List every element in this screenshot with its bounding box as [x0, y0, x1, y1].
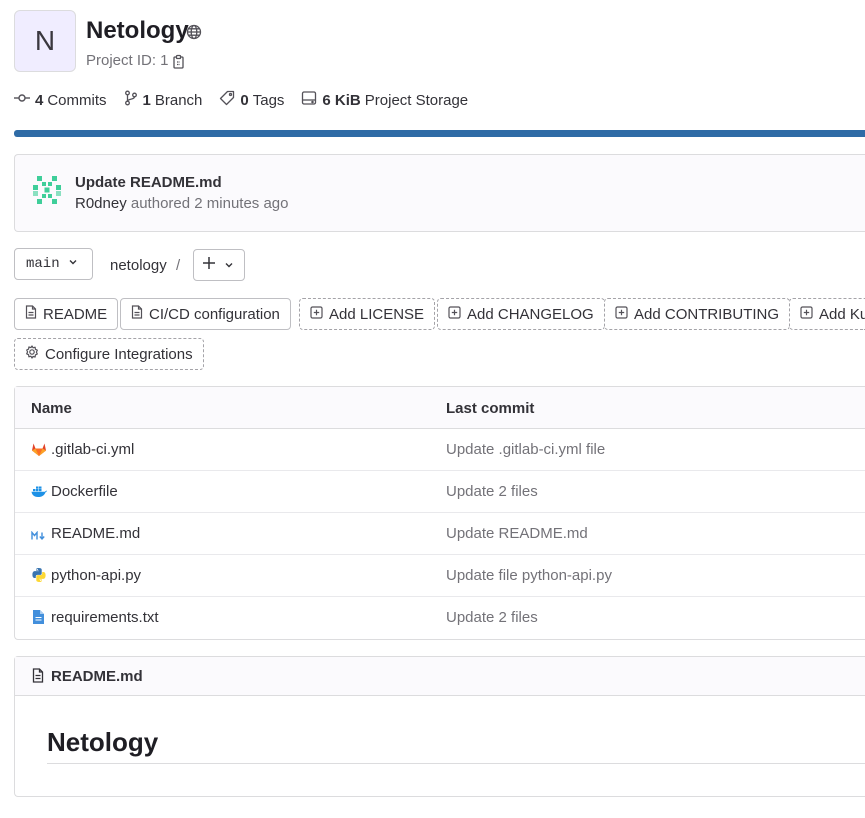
commit-meta: R0dney authored 2 minutes ago: [75, 195, 289, 212]
column-header-name: Name: [31, 400, 72, 417]
plus-square-icon: [615, 305, 634, 323]
readme-heading: Netology: [47, 727, 159, 757]
commit-icon: [14, 90, 35, 110]
cicd-button-label: CI/CD configuration: [149, 305, 280, 323]
readme-button-label: README: [43, 305, 108, 323]
file-icon: [25, 305, 43, 323]
project-id: Project ID: 1: [86, 52, 169, 69]
tag-icon: [219, 90, 240, 110]
file-name[interactable]: python-api.py: [51, 567, 141, 584]
text-file-icon: [32, 609, 45, 630]
file-last-commit[interactable]: Update .gitlab-ci.yml file: [446, 441, 605, 458]
breadcrumb-separator: /: [176, 257, 181, 274]
file-name[interactable]: requirements.txt: [51, 609, 159, 626]
file-last-commit[interactable]: Update 2 files: [446, 483, 538, 500]
file-icon: [32, 668, 44, 688]
add-kubernetes-label: Add Ku: [819, 305, 865, 323]
configure-integrations-button[interactable]: Configure Integrations: [14, 338, 204, 370]
copy-icon[interactable]: [172, 54, 186, 75]
plus-square-icon: [310, 305, 329, 323]
chevron-down-icon: [60, 256, 78, 272]
table-row[interactable]: [15, 513, 865, 555]
tags-count: 0: [240, 91, 249, 109]
author-avatar-icon[interactable]: [30, 173, 64, 212]
markdown-icon: [31, 528, 47, 546]
file-name[interactable]: README.md: [51, 525, 140, 542]
branch-name: main: [26, 256, 60, 272]
storage-count: 6 KiB: [322, 91, 361, 109]
add-contributing-label: Add CONTRIBUTING: [634, 305, 780, 323]
commits-label: Commits: [47, 91, 107, 109]
project-avatar[interactable]: N: [14, 10, 76, 72]
project-stats: 4 Commits 1 Branch 0 Tags 6 KiB Project Stor…: [14, 90, 485, 110]
file-last-commit[interactable]: Update 2 files: [446, 609, 538, 626]
file-last-commit[interactable]: Update README.md: [446, 525, 588, 542]
add-changelog-button[interactable]: Add CHANGELOG: [437, 298, 605, 330]
branch-icon: [124, 90, 143, 110]
globe-icon: [186, 24, 202, 45]
commit-time: authored 2 minutes ago: [130, 195, 289, 212]
tags-label: Tags: [252, 91, 285, 109]
breadcrumb-project[interactable]: netology: [110, 257, 167, 274]
commits-count: 4: [35, 91, 44, 109]
table-row[interactable]: [15, 555, 865, 597]
plus-square-icon: [448, 305, 467, 323]
storage-progress-bar: [14, 130, 865, 137]
commit-author[interactable]: R0dney: [75, 195, 127, 212]
project-title[interactable]: Netology: [86, 17, 189, 45]
docker-icon: [31, 484, 47, 503]
cicd-configuration-button[interactable]: CI/CD configuration: [120, 298, 291, 330]
file-name[interactable]: Dockerfile: [51, 483, 118, 500]
branches-count: 1: [142, 91, 151, 109]
table-row[interactable]: [15, 471, 865, 513]
file-table-header: [15, 387, 865, 429]
storage-label: Project Storage: [364, 91, 469, 109]
column-header-last-commit: Last commit: [446, 400, 535, 417]
branches-link[interactable]: 1 Branch: [124, 90, 203, 110]
settings-icon: [25, 345, 45, 363]
storage-link[interactable]: 6 KiB Project Storage: [301, 90, 468, 110]
file-icon: [131, 305, 149, 323]
add-contributing-button[interactable]: Add CONTRIBUTING: [604, 298, 791, 330]
add-to-tree-dropdown[interactable]: [193, 249, 245, 281]
last-commit-panel: [14, 154, 865, 232]
gitlab-icon: [31, 441, 47, 462]
chevron-down-icon: [224, 257, 234, 274]
add-kubernetes-button[interactable]: Add Ku: [789, 298, 865, 330]
plus-square-icon: [800, 305, 819, 323]
add-changelog-label: Add CHANGELOG: [467, 305, 594, 323]
commit-message[interactable]: Update README.md: [75, 174, 222, 191]
readme-button[interactable]: README: [14, 298, 119, 330]
tags-link[interactable]: 0 Tags: [219, 90, 284, 110]
branch-selector[interactable]: main: [14, 248, 93, 280]
commits-link[interactable]: 4 Commits: [14, 90, 107, 110]
heading-divider: [47, 763, 865, 764]
file-last-commit[interactable]: Update file python-api.py: [446, 567, 612, 584]
storage-icon: [301, 90, 322, 110]
project-avatar-letter: N: [34, 25, 56, 56]
python-icon: [31, 567, 47, 588]
readme-file-link[interactable]: README.md: [51, 668, 143, 685]
add-license-button[interactable]: Add LICENSE: [299, 298, 436, 330]
add-license-label: Add LICENSE: [329, 305, 425, 323]
file-name[interactable]: .gitlab-ci.yml: [51, 441, 134, 458]
configure-integrations-label: Configure Integrations: [45, 345, 193, 363]
table-row[interactable]: [15, 429, 865, 471]
plus-icon: [202, 256, 216, 274]
branches-label: Branch: [154, 91, 203, 109]
